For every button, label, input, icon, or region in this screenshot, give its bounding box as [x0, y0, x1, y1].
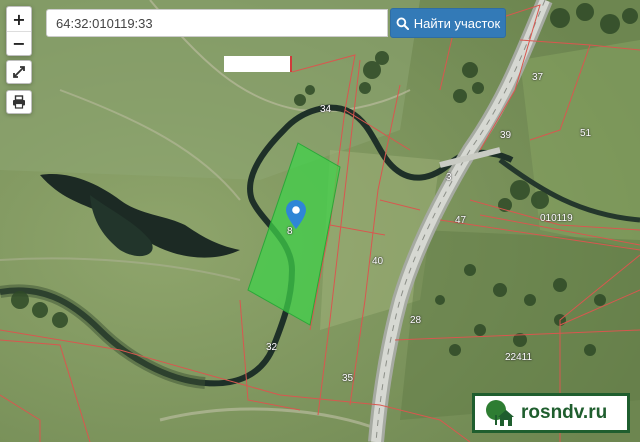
parcel-number: 3 — [446, 172, 452, 183]
find-parcel-button[interactable]: Найти участок — [390, 8, 506, 38]
parcel-number: 37 — [532, 72, 544, 83]
search-icon — [396, 17, 409, 30]
fullscreen-button[interactable] — [6, 60, 32, 84]
zoom-out-button[interactable]: − — [7, 31, 31, 55]
parcel-number: 51 — [580, 128, 592, 139]
rosndv-watermark: rosndv.ru — [472, 393, 630, 433]
parcel-number: 22411 — [505, 352, 533, 363]
parcel-number: 010119 — [540, 213, 573, 224]
house-tree-logo-icon — [486, 400, 514, 426]
scrub-area — [400, 230, 640, 420]
parcel-number: 35 — [342, 373, 354, 384]
parcel-number: 28 — [410, 315, 422, 326]
parcel-number: 34 — [320, 104, 332, 115]
parcel-number: 40 — [372, 256, 384, 267]
print-button[interactable] — [6, 90, 32, 114]
brand-name: rosndv.ru — [521, 402, 608, 423]
find-parcel-label: Найти участок — [413, 15, 501, 31]
map-label-box — [224, 56, 292, 72]
printer-icon — [13, 95, 25, 109]
zoom-control: + − — [6, 6, 32, 56]
expand-icon — [13, 66, 25, 78]
parcel-number: 8 — [287, 226, 293, 237]
zoom-in-button[interactable]: + — [7, 7, 31, 31]
cadastral-search-input[interactable] — [46, 9, 388, 37]
parcel-number: 32 — [266, 342, 278, 353]
parcel-number: 47 — [455, 215, 467, 226]
parcel-number: 39 — [500, 130, 512, 141]
